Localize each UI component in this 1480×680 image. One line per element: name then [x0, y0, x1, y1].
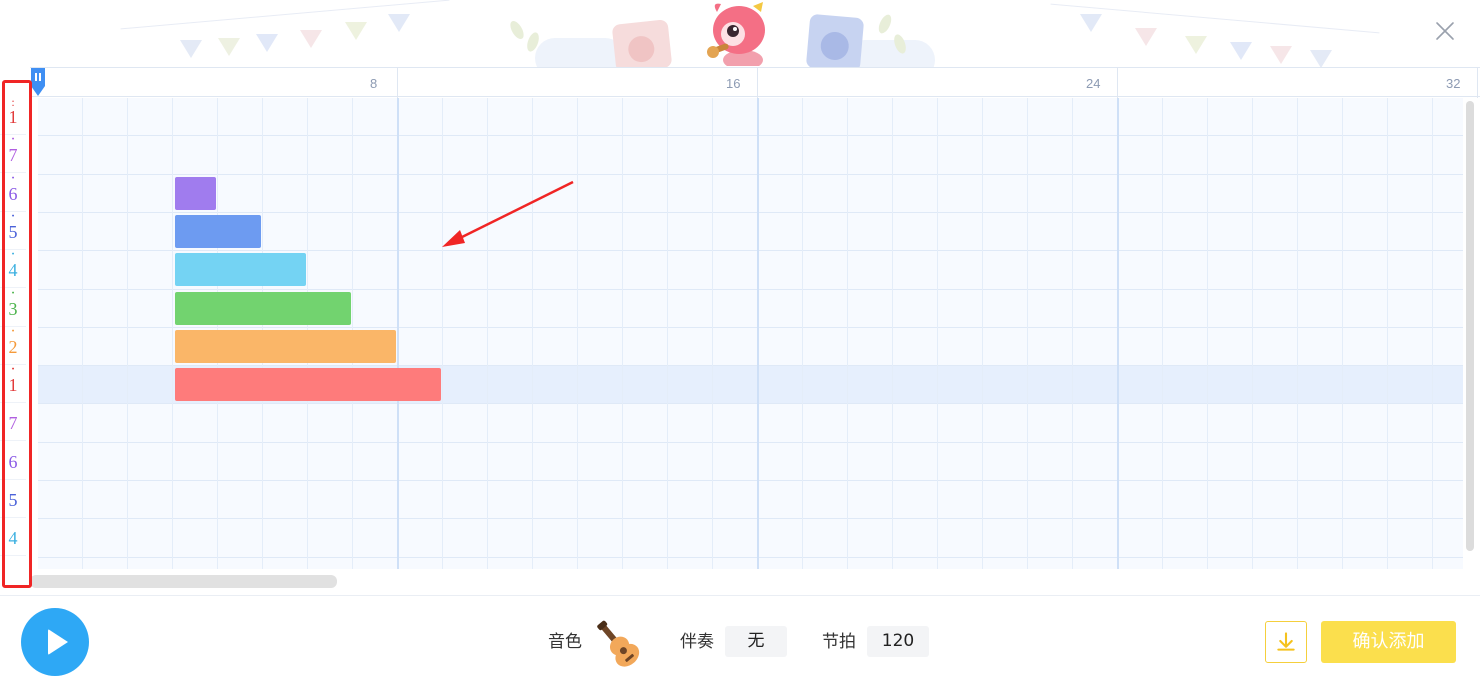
grid-row-line — [38, 326, 1463, 328]
bunting-flag — [1135, 28, 1157, 46]
grid-row-line — [38, 441, 1463, 443]
grid-step-line — [1027, 98, 1028, 569]
grid-step-line — [172, 98, 173, 569]
play-button[interactable] — [21, 608, 89, 676]
accompaniment-select[interactable]: 无 — [725, 626, 787, 657]
ruler-mark: 24 — [1086, 76, 1101, 91]
ruler-mark: 32 — [1446, 76, 1461, 91]
music-editor-dialog: 8 16 24 32 :1·7·6·5·4·3·2·176543 音色 伴奏 无… — [0, 0, 1480, 680]
note-block[interactable] — [175, 214, 261, 248]
grid-step-line — [127, 98, 128, 569]
footer-divider — [0, 595, 1480, 596]
grid-row-line — [38, 211, 1463, 213]
leaf — [507, 18, 527, 42]
note-block[interactable] — [175, 329, 396, 363]
grid-step-line — [1162, 98, 1163, 569]
mascot-icon — [707, 2, 765, 66]
note-block[interactable] — [175, 253, 306, 287]
grid-step-line — [1387, 98, 1388, 569]
leaf — [876, 12, 894, 36]
bunting-flag — [256, 34, 278, 52]
grid-row-line — [38, 250, 1463, 252]
speaker-right — [805, 13, 865, 67]
note-block[interactable] — [175, 176, 216, 210]
grid-row-line — [38, 173, 1463, 175]
playhead-handle-icon[interactable] — [31, 68, 45, 98]
grid-row-line — [38, 518, 1463, 520]
bunting-flag — [1270, 46, 1292, 64]
download-icon — [1277, 632, 1295, 651]
ruler-mark: 8 — [370, 76, 378, 91]
annotation-arrow-icon — [442, 180, 574, 247]
speaker-left — [611, 19, 673, 67]
close-icon[interactable] — [1434, 20, 1456, 42]
grid-step-line — [1072, 98, 1073, 569]
note-block[interactable] — [175, 368, 441, 402]
grid-step-line — [892, 98, 893, 569]
vertical-scrollbar[interactable] — [1466, 101, 1474, 551]
grid-step-line — [622, 98, 623, 569]
grid-step-line — [847, 98, 848, 569]
piano-roll-grid[interactable] — [38, 98, 1463, 569]
grid-row-line — [38, 403, 1463, 405]
bunting-flag — [388, 14, 410, 32]
grid-row-line — [38, 288, 1463, 290]
bunting-flag — [1080, 14, 1102, 32]
bunting-flag — [218, 38, 240, 56]
grid-row-line — [38, 480, 1463, 481]
grid-step-line — [1297, 98, 1298, 569]
accompaniment-label: 伴奏 — [680, 632, 714, 652]
cloud — [535, 38, 625, 67]
grid-step-line — [1342, 98, 1343, 569]
grid-step-line — [667, 98, 668, 569]
ruler-bar-line — [1477, 68, 1478, 98]
ruler-mark: 16 — [726, 76, 741, 91]
ruler-bar-line — [1117, 68, 1118, 98]
grid-row-line — [38, 135, 1463, 137]
note-block[interactable] — [175, 291, 351, 325]
bunting-flag — [180, 40, 202, 58]
bunting-flag — [345, 22, 367, 40]
grid-step-line — [937, 98, 938, 569]
bunting-flag — [1230, 42, 1252, 60]
ruler-bar-line — [757, 68, 758, 98]
grid-step-line — [1252, 98, 1253, 569]
play-icon — [48, 629, 68, 655]
tempo-label: 节拍 — [822, 632, 856, 652]
grid-step-line — [487, 98, 488, 569]
annotation-red-box — [2, 80, 32, 588]
download-button[interactable] — [1265, 621, 1307, 663]
grid-step-line — [982, 98, 983, 569]
tempo-input[interactable]: 120 — [867, 626, 929, 657]
horizontal-scrollbar[interactable] — [30, 575, 337, 588]
grid-bar-line — [397, 98, 399, 569]
grid-step-line — [82, 98, 83, 569]
grid-row-line — [38, 365, 1463, 367]
grid-step-line — [577, 98, 578, 569]
ukulele-icon[interactable] — [591, 617, 643, 669]
ruler-bar-line — [397, 68, 398, 98]
bunting-flag — [300, 30, 322, 48]
timbre-label: 音色 — [548, 632, 582, 652]
grid-step-line — [802, 98, 803, 569]
confirm-add-button[interactable]: 确认添加 — [1321, 621, 1456, 663]
grid-step-line — [1432, 98, 1433, 569]
grid-bar-line — [1117, 98, 1119, 569]
bunting-flag — [1310, 50, 1332, 67]
timeline-ruler[interactable]: 8 16 24 32 — [30, 67, 1480, 98]
header-banner — [0, 0, 1480, 67]
grid-step-line — [712, 98, 713, 569]
grid-step-line — [532, 98, 533, 569]
grid-step-line — [442, 98, 443, 569]
grid-row-line — [38, 556, 1463, 558]
grid-bar-line — [757, 98, 759, 569]
grid-step-line — [1207, 98, 1208, 569]
bunting-flag — [1185, 36, 1207, 54]
